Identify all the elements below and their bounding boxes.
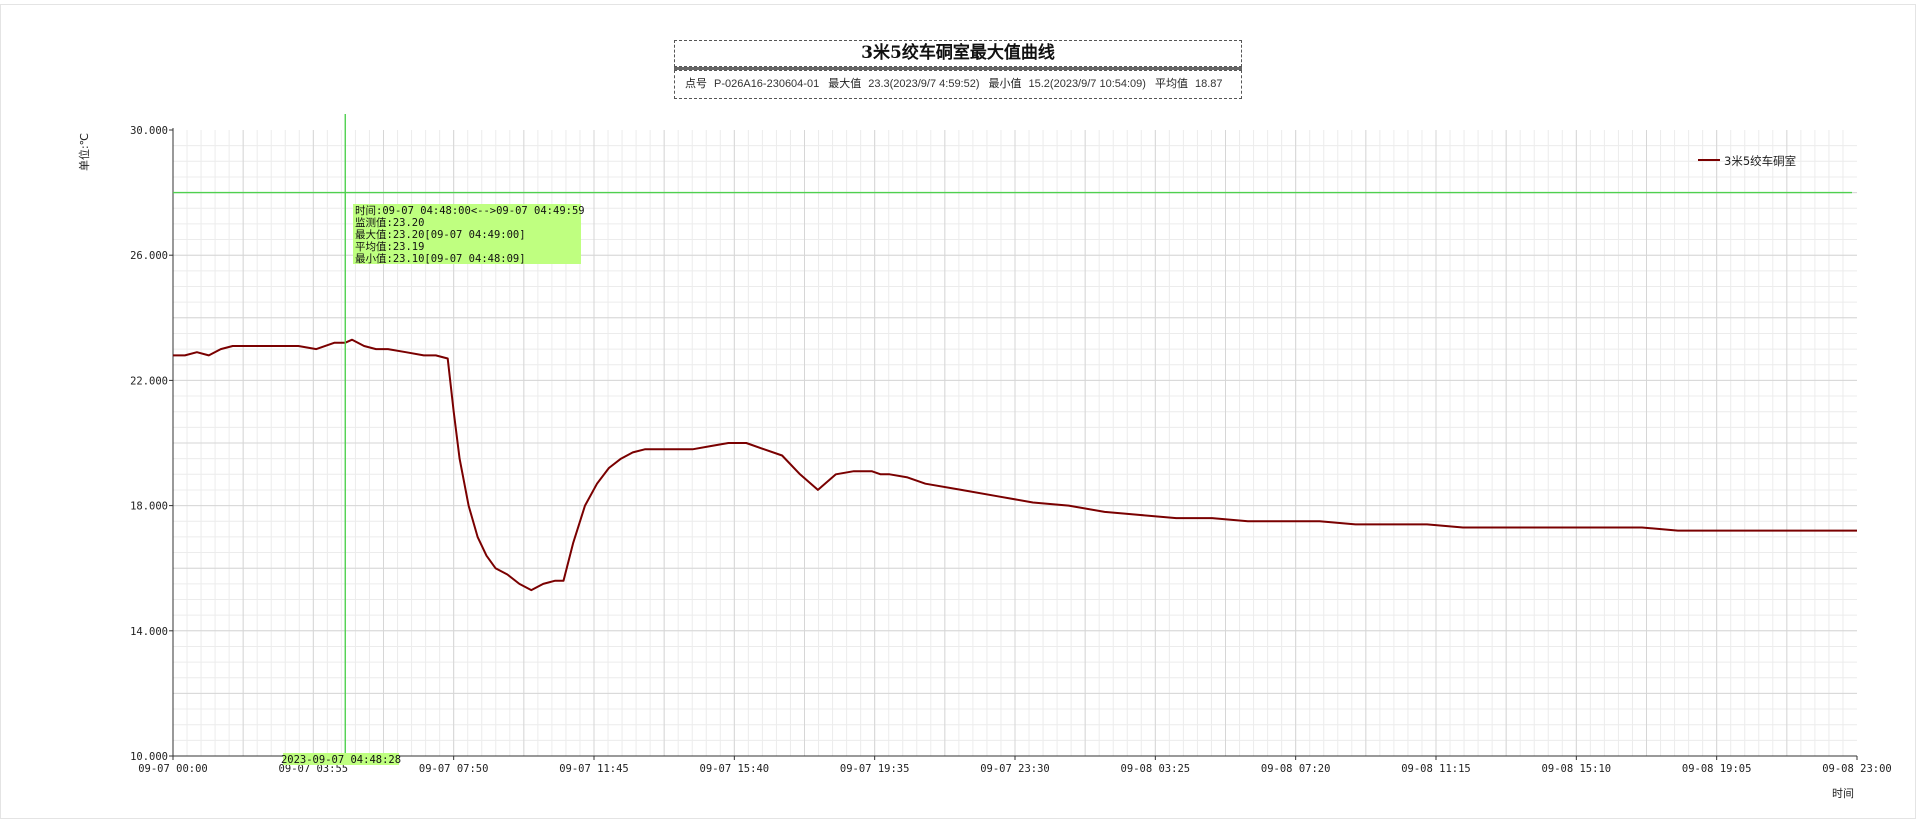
avg-label: 平均值 — [1154, 78, 1188, 90]
x-tick-label: 09-07 15:40 — [700, 763, 770, 775]
x-tick-label: 09-07 11:45 — [559, 763, 629, 775]
y-tick-label: 14.000 — [130, 626, 168, 638]
cursor-time-tag: 2023-09-07 04:48:28 — [281, 753, 401, 766]
point-value: P-026A16-230604-01 — [714, 78, 820, 90]
tooltip-line-time: 时间:09-07 04:48:00<-->09-07 04:49:59 — [355, 204, 585, 217]
tooltip-line-min: 最小值:23.10[09-07 04:48:09] — [355, 252, 526, 265]
chart-area[interactable]: 10.000 14.000 18.000 22.000 26.000 30.000 09-… — [0, 0, 1920, 819]
y-tick-label: 26.000 — [130, 250, 168, 262]
max-value: 23.3(2023/9/7 4:59:52) — [868, 78, 980, 90]
y-tick-label: 30.000 — [130, 125, 168, 137]
x-tick-label: 09-08 11:15 — [1401, 763, 1471, 775]
y-tick-label: 22.000 — [130, 375, 168, 387]
y-tick-labels: 10.000 14.000 18.000 22.000 26.000 30.000 — [130, 125, 173, 763]
y-axis-label: 单位:℃ — [77, 133, 91, 171]
avg-value: 18.87 — [1194, 78, 1223, 90]
cursor-tooltip: 时间:09-07 04:48:00<-->09-07 04:49:59 监测值:… — [353, 204, 585, 265]
legend: 3米5绞车硐室 — [1698, 154, 1796, 168]
y-tick-label: 10.000 — [130, 751, 168, 763]
x-tick-label: 09-07 23:30 — [980, 763, 1050, 775]
tooltip-line-value: 监测值:23.20 — [355, 216, 424, 229]
x-tick-label: 09-08 19:05 — [1682, 763, 1752, 775]
chart-info-bar: 点号 P-026A16-230604-01 最大值 23.3(2023/9/7 4:5… — [674, 70, 1242, 99]
y-tick-label: 18.000 — [130, 501, 168, 513]
legend-label: 3米5绞车硐室 — [1724, 154, 1796, 168]
x-tick-label: 09-07 00:00 — [138, 763, 208, 775]
point-label: 点号 — [685, 78, 707, 90]
max-label: 最大值 — [828, 78, 862, 90]
x-tick-labels: 09-07 00:00 09-07 03:55 09-07 07:50 09-07 1… — [138, 756, 1892, 775]
tooltip-line-avg: 平均值:23.19 — [355, 240, 424, 253]
x-tick-label: 09-08 07:20 — [1261, 763, 1331, 775]
min-label: 最小值 — [988, 78, 1022, 90]
x-tick-label: 09-08 15:10 — [1542, 763, 1612, 775]
cursor-tag-text: 2023-09-07 04:48:28 — [281, 754, 401, 766]
chart-title: 3米5绞车硐室最大值曲线 — [674, 40, 1242, 67]
tooltip-line-max: 最大值:23.20[09-07 04:49:00] — [355, 228, 526, 241]
x-axis-label: 时间 — [1832, 787, 1854, 800]
min-value: 15.2(2023/9/7 10:54:09) — [1028, 78, 1146, 90]
x-tick-label: 09-08 03:25 — [1121, 763, 1191, 775]
x-tick-label: 09-07 07:50 — [419, 763, 489, 775]
x-tick-label: 09-07 19:35 — [840, 763, 910, 775]
x-tick-label: 09-08 23:00 — [1822, 763, 1892, 775]
